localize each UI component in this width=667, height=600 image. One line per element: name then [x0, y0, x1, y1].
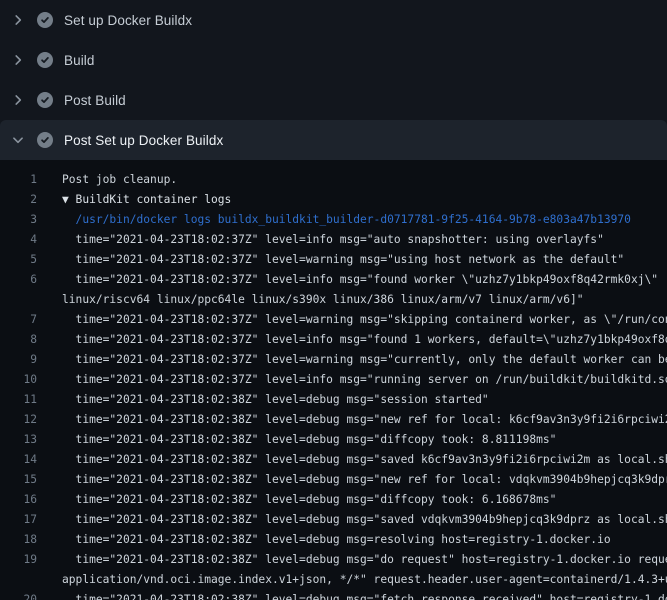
log-line-number[interactable]: 20 [0, 590, 37, 600]
log-line-number[interactable]: 12 [0, 410, 37, 430]
steps-list: Set up Docker Buildx Build Post Build [0, 0, 667, 160]
log-line-text: time="2021-04-23T18:02:38Z" level=debug … [62, 450, 667, 470]
log-row: 20 time="2021-04-23T18:02:38Z" level=deb… [0, 590, 667, 600]
log-line-number[interactable]: 6 [0, 270, 37, 290]
log-row: 18 time="2021-04-23T18:02:38Z" level=deb… [0, 530, 667, 550]
log-line-number[interactable]: 7 [0, 310, 37, 330]
log-line-number[interactable] [0, 290, 37, 310]
log-line-number[interactable]: 3 [0, 210, 37, 230]
step-title: Build [64, 53, 95, 68]
log-line-text: time="2021-04-23T18:02:37Z" level=info m… [62, 230, 667, 250]
log-line-number[interactable]: 10 [0, 370, 37, 390]
log-row: 15 time="2021-04-23T18:02:38Z" level=deb… [0, 470, 667, 490]
step-header[interactable]: Post Set up Docker Buildx [0, 120, 667, 160]
log-row: 6 time="2021-04-23T18:02:37Z" level=info… [0, 270, 667, 290]
log-line-number[interactable] [0, 570, 37, 590]
log-row: application/vnd.oci.image.index.v1+json,… [0, 570, 667, 590]
log-line-text: /usr/bin/docker logs buildx_buildkit_bui… [62, 210, 667, 230]
log-line-number[interactable]: 1 [0, 170, 37, 190]
log-area[interactable]: 1 Post job cleanup. 2 ▼ BuildKit contain… [0, 160, 667, 600]
log-line-number[interactable]: 8 [0, 330, 37, 350]
log-row: 3 /usr/bin/docker logs buildx_buildkit_b… [0, 210, 667, 230]
log-line-number[interactable]: 13 [0, 430, 37, 450]
log-line-text: time="2021-04-23T18:02:38Z" level=debug … [62, 470, 667, 490]
log-row: 5 time="2021-04-23T18:02:37Z" level=warn… [0, 250, 667, 270]
log-row: linux/riscv64 linux/ppc64le linux/s390x … [0, 290, 667, 310]
log-row: 10 time="2021-04-23T18:02:37Z" level=inf… [0, 370, 667, 390]
log-row: 12 time="2021-04-23T18:02:38Z" level=deb… [0, 410, 667, 430]
log-row: 2 ▼ BuildKit container logs [0, 190, 667, 210]
log-line-number[interactable]: 17 [0, 510, 37, 530]
log-line-text: time="2021-04-23T18:02:38Z" level=debug … [62, 410, 667, 430]
log-line-text: time="2021-04-23T18:02:38Z" level=debug … [62, 590, 667, 600]
log-line-number[interactable]: 4 [0, 230, 37, 250]
log-line-number[interactable]: 9 [0, 350, 37, 370]
log-line-text: time="2021-04-23T18:02:38Z" level=debug … [62, 510, 667, 530]
log-line-number[interactable]: 5 [0, 250, 37, 270]
log-line-text: time="2021-04-23T18:02:37Z" level=warnin… [62, 310, 667, 330]
chevron-right-icon [10, 52, 26, 68]
step-header[interactable]: Post Build [0, 80, 667, 120]
log-row: 17 time="2021-04-23T18:02:38Z" level=deb… [0, 510, 667, 530]
log-row: 14 time="2021-04-23T18:02:38Z" level=deb… [0, 450, 667, 470]
log-line-text: time="2021-04-23T18:02:38Z" level=debug … [62, 490, 667, 510]
log-line-text: time="2021-04-23T18:02:37Z" level=warnin… [62, 250, 667, 270]
log-line-text: time="2021-04-23T18:02:37Z" level=info m… [62, 330, 667, 350]
step-header[interactable]: Build [0, 40, 667, 80]
step-title: Post Build [64, 93, 126, 108]
log-line-text: time="2021-04-23T18:02:37Z" level=info m… [62, 370, 667, 390]
log-line-text: time="2021-04-23T18:02:38Z" level=debug … [62, 430, 667, 450]
check-circle-icon [37, 52, 53, 68]
check-circle-icon [37, 132, 53, 148]
chevron-right-icon [10, 92, 26, 108]
log-line-text[interactable]: ▼ BuildKit container logs [62, 190, 667, 210]
log-line-number[interactable]: 18 [0, 530, 37, 550]
log-row: 4 time="2021-04-23T18:02:37Z" level=info… [0, 230, 667, 250]
log-line-number[interactable]: 15 [0, 470, 37, 490]
log-row: 19 time="2021-04-23T18:02:38Z" level=deb… [0, 550, 667, 570]
log-row: 7 time="2021-04-23T18:02:37Z" level=warn… [0, 310, 667, 330]
log-line-text: time="2021-04-23T18:02:38Z" level=debug … [62, 390, 667, 410]
log-line-number[interactable]: 19 [0, 550, 37, 570]
check-circle-icon [37, 92, 53, 108]
step-header[interactable]: Set up Docker Buildx [0, 0, 667, 40]
log-line-text: application/vnd.oci.image.index.v1+json,… [62, 570, 667, 590]
log-row: 8 time="2021-04-23T18:02:37Z" level=info… [0, 330, 667, 350]
chevron-down-icon [10, 132, 26, 148]
step-title: Set up Docker Buildx [64, 13, 192, 28]
log-line-text: time="2021-04-23T18:02:37Z" level=warnin… [62, 350, 667, 370]
log-line-number[interactable]: 2 [0, 190, 37, 210]
log-row: 9 time="2021-04-23T18:02:37Z" level=warn… [0, 350, 667, 370]
log-line-text: Post job cleanup. [62, 170, 667, 190]
log-row: 13 time="2021-04-23T18:02:38Z" level=deb… [0, 430, 667, 450]
log-row: 1 Post job cleanup. [0, 170, 667, 190]
log-line-number[interactable]: 11 [0, 390, 37, 410]
log-line-number[interactable]: 16 [0, 490, 37, 510]
log-row: 11 time="2021-04-23T18:02:38Z" level=deb… [0, 390, 667, 410]
chevron-right-icon [10, 12, 26, 28]
check-circle-icon [37, 12, 53, 28]
log-line-number[interactable]: 14 [0, 450, 37, 470]
log-row: 16 time="2021-04-23T18:02:38Z" level=deb… [0, 490, 667, 510]
log-line-text: time="2021-04-23T18:02:37Z" level=info m… [62, 270, 667, 290]
log-line-text: time="2021-04-23T18:02:38Z" level=debug … [62, 530, 667, 550]
log-line-text: time="2021-04-23T18:02:38Z" level=debug … [62, 550, 667, 570]
step-title: Post Set up Docker Buildx [64, 133, 223, 148]
log-line-text: linux/riscv64 linux/ppc64le linux/s390x … [62, 290, 667, 310]
